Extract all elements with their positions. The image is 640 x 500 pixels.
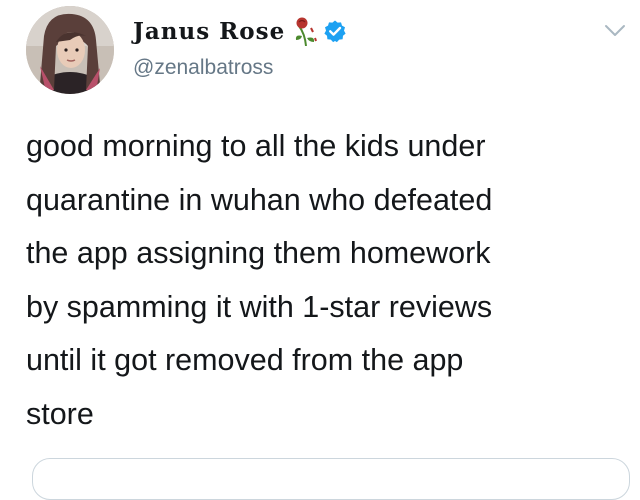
- tweet-text-line: by spamming it with 1-star reviews: [26, 289, 493, 324]
- tweet: Janus Rose @zenalbatross good morning to…: [0, 0, 640, 500]
- tweet-text: good morning to all the kids under quara…: [26, 120, 626, 441]
- tweet-text-line: store: [26, 396, 94, 431]
- tweet-text-line: quarantine in wuhan who defeated: [26, 182, 493, 217]
- tweet-text-line: good morning to all the kids under: [26, 129, 486, 163]
- tweet-text-line: until it got removed from the app: [26, 343, 464, 377]
- chevron-down-icon[interactable]: [604, 24, 626, 38]
- verified-badge-icon: [324, 20, 346, 43]
- author-name-row: Janus Rose: [133, 16, 347, 46]
- avatar-photo: [26, 6, 114, 94]
- tweet-text-line: the app assigning them homework: [26, 236, 491, 270]
- quoted-card[interactable]: [32, 458, 630, 500]
- avatar[interactable]: [26, 6, 114, 94]
- wilted-rose-icon: [296, 17, 318, 46]
- author-handle[interactable]: @zenalbatross: [133, 56, 273, 80]
- author-display-name[interactable]: Janus Rose: [133, 18, 285, 45]
